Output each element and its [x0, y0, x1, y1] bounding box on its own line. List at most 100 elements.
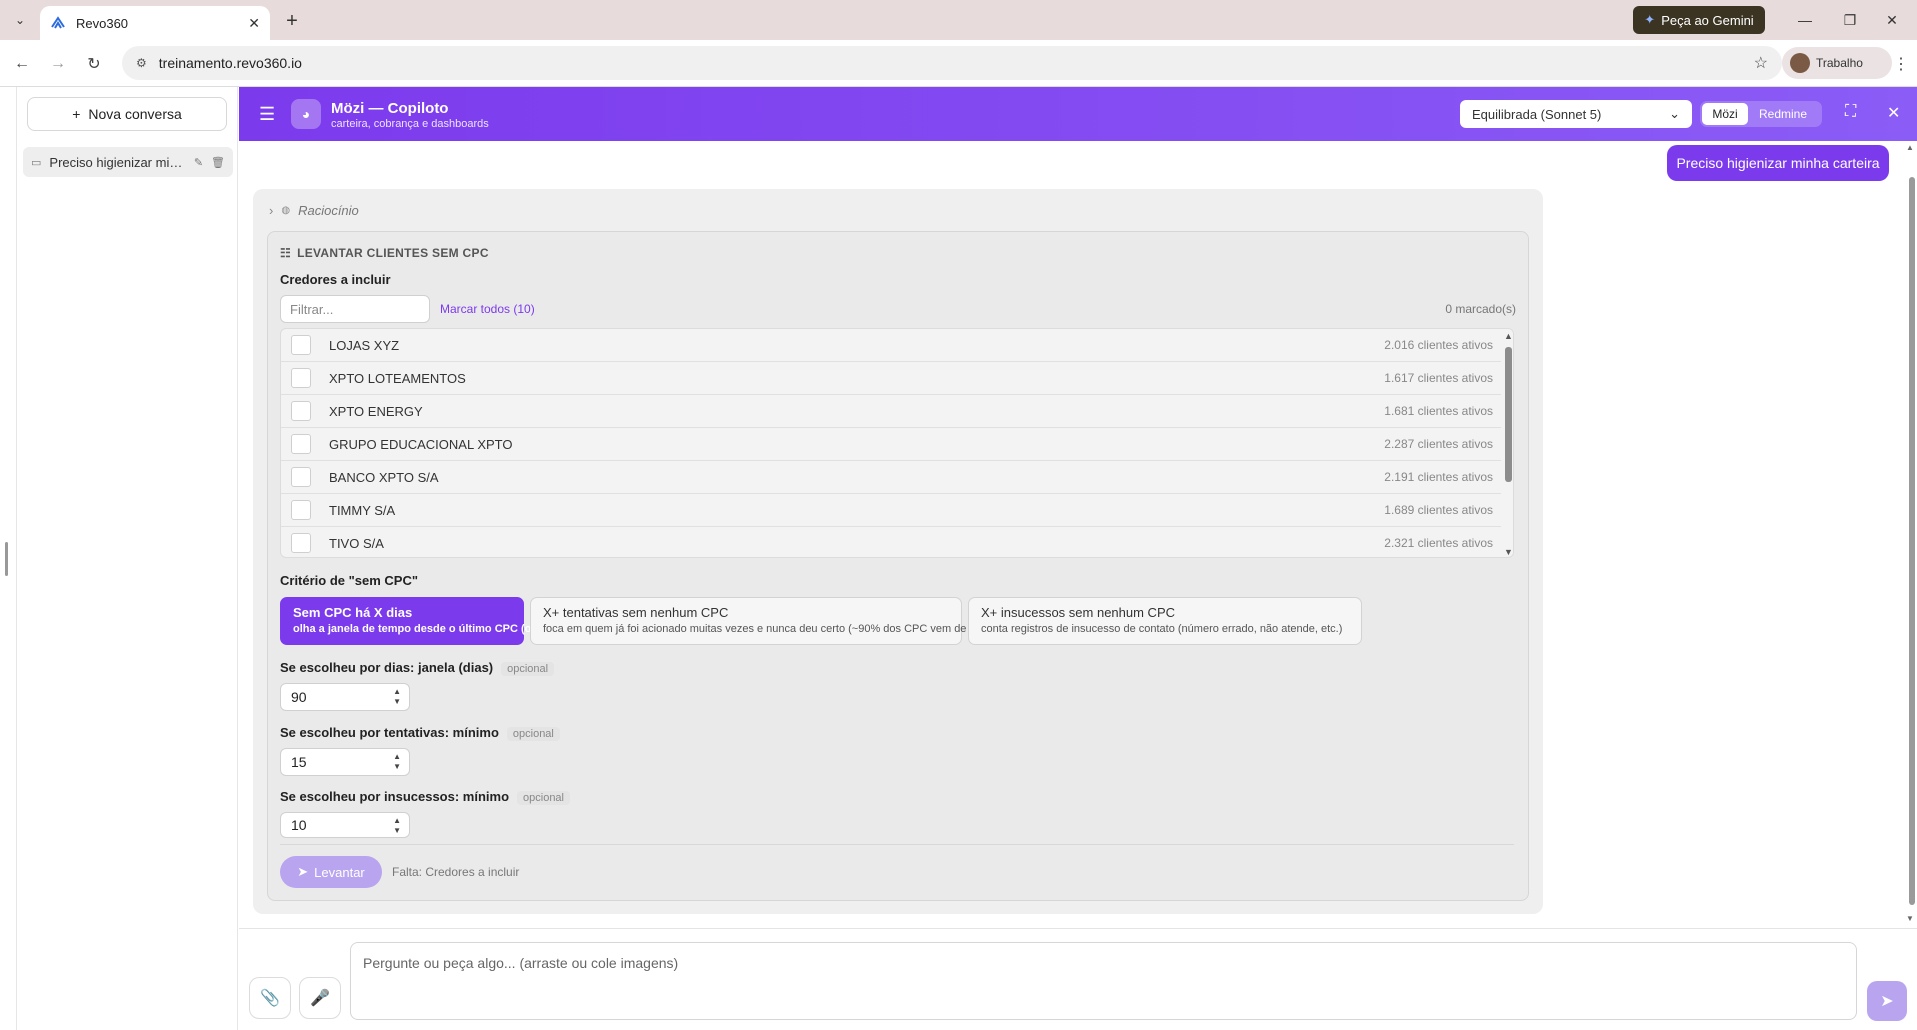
- creditor-checkbox[interactable]: [291, 368, 311, 388]
- filter-input[interactable]: Filtrar...: [280, 295, 430, 323]
- attach-paperclip-icon[interactable]: 📎: [249, 977, 291, 1019]
- new-tab-plus-icon[interactable]: +: [280, 9, 304, 33]
- reload-icon[interactable]: ↻: [82, 52, 106, 76]
- failures-input[interactable]: 10 ▲ ▼: [280, 812, 410, 838]
- checklist-icon: ☷: [280, 246, 292, 260]
- gemini-sparkle-icon: ✦: [1644, 12, 1656, 27]
- days-label-text: Se escolheu por dias: janela (dias): [280, 660, 494, 675]
- creditor-checkbox[interactable]: [291, 500, 311, 520]
- fullscreen-icon[interactable]: ⛶: [1845, 103, 1856, 121]
- list-item[interactable]: GRUPO EDUCACIONAL XPTO 2.287 clientes at…: [281, 428, 1501, 461]
- creditor-checkbox[interactable]: [291, 335, 311, 355]
- criterion-option-attempts[interactable]: X+ tentativas sem nenhum CPC foca em que…: [530, 597, 1042, 645]
- close-icon[interactable]: ✕: [1887, 103, 1900, 123]
- form-title: ☷ LEVANTAR CLIENTES SEM CPC: [280, 246, 489, 260]
- toggle-option-redmine[interactable]: Redmine: [1748, 103, 1818, 125]
- list-scroll-up-icon[interactable]: ▲: [1504, 331, 1513, 341]
- close-window-icon[interactable]: ✕: [1880, 8, 1904, 32]
- creditor-count: 1.617 clientes ativos: [1384, 371, 1493, 385]
- conversation-item[interactable]: ▭ Preciso higienizar minha carteira ✎ 🗑: [23, 147, 233, 177]
- hamburger-menu-icon[interactable]: ☰: [259, 104, 275, 125]
- creditor-count: 1.681 clientes ativos: [1384, 404, 1493, 418]
- levantar-form: ☷ LEVANTAR CLIENTES SEM CPC Credores a i…: [267, 231, 1529, 901]
- list-item[interactable]: BANCO XPTO S/A 2.191 clientes ativos: [281, 461, 1501, 494]
- creditor-checkbox[interactable]: [291, 434, 311, 454]
- optional-badge: opcional: [501, 662, 555, 676]
- url-field[interactable]: ⚙ treinamento.revo360.io ☆: [122, 46, 1782, 80]
- send-arrow-icon: ➤: [297, 864, 309, 879]
- bookmark-star-icon[interactable]: ☆: [1754, 53, 1768, 73]
- criterion-label: Critério de "sem CPC": [280, 573, 419, 588]
- list-item[interactable]: XPTO LOTEAMENTOS 1.617 clientes ativos: [281, 362, 1501, 395]
- restore-icon[interactable]: ❐: [1838, 8, 1862, 32]
- criterion-title: X+ tentativas sem nenhum CPC: [543, 605, 729, 620]
- creditor-name: BANCO XPTO S/A: [329, 469, 439, 485]
- creditor-checkbox[interactable]: [291, 401, 311, 421]
- levantar-button-label: Levantar: [314, 864, 365, 880]
- browser-menu-icon[interactable]: ⋮: [1893, 52, 1909, 76]
- model-select[interactable]: Equilibrada (Sonnet 5) ⌄: [1460, 100, 1692, 128]
- creditor-checkbox[interactable]: [291, 467, 311, 487]
- creditor-count: 2.321 clientes ativos: [1384, 536, 1493, 550]
- creditor-checkbox[interactable]: [291, 533, 311, 553]
- list-item[interactable]: TIMMY S/A 1.689 clientes ativos: [281, 494, 1501, 527]
- gemini-button[interactable]: ✦ Peça ao Gemini: [1633, 6, 1765, 34]
- creditor-count: 2.191 clientes ativos: [1384, 470, 1493, 484]
- model-select-value: Equilibrada (Sonnet 5): [1472, 106, 1602, 122]
- mark-all-link[interactable]: Marcar todos (10): [440, 302, 535, 316]
- forward-arrow-icon[interactable]: →: [46, 52, 70, 76]
- trash-icon[interactable]: 🗑: [211, 156, 225, 169]
- creditor-name: XPTO LOTEAMENTOS: [329, 370, 466, 386]
- message-input[interactable]: Pergunte ou peça algo... (arraste ou col…: [350, 942, 1857, 1020]
- attempts-label: Se escolheu por tentativas: mínimo opcion…: [280, 725, 560, 741]
- levantar-button[interactable]: ➤ Levantar: [280, 856, 382, 888]
- toggle-option-mozi[interactable]: Mözi: [1702, 103, 1748, 125]
- tab-list-chevron-icon[interactable]: ⌄: [8, 8, 32, 32]
- back-arrow-icon[interactable]: ←: [10, 52, 34, 76]
- browser-tab[interactable]: Revo360 ✕: [40, 6, 270, 40]
- optional-badge: opcional: [506, 727, 560, 741]
- criterion-option-days[interactable]: Sem CPC há X dias olha a janela de tempo…: [280, 597, 577, 645]
- header-subtitle: carteira, cobrança e dashboards: [331, 118, 489, 130]
- list-item[interactable]: XPTO ENERGY 1.681 clientes ativos: [281, 395, 1501, 428]
- form-title-text: LEVANTAR CLIENTES SEM CPC: [297, 246, 489, 260]
- list-item[interactable]: LOJAS XYZ 2.016 clientes ativos: [281, 329, 1501, 362]
- close-tab-icon[interactable]: ✕: [248, 15, 260, 32]
- copilot-logo-icon: ◕: [291, 99, 321, 129]
- new-conversation-button[interactable]: + Nova conversa: [27, 97, 227, 131]
- reasoning-toggle[interactable]: › ◍ Raciocínio: [269, 203, 359, 218]
- chevron-right-icon: ›: [269, 203, 274, 218]
- attempts-input[interactable]: 15 ▲ ▼: [280, 748, 410, 776]
- missing-fields-note: Falta: Credores a incluir: [392, 865, 520, 879]
- stepper-icon[interactable]: ▲ ▼: [393, 687, 401, 707]
- criterion-option-failures[interactable]: X+ insucessos sem nenhum CPC conta regis…: [968, 597, 1362, 645]
- stepper-icon[interactable]: ▲ ▼: [393, 752, 401, 772]
- site-settings-icon[interactable]: ⚙: [136, 56, 147, 70]
- assistant-toggle: Mözi Redmine: [1700, 101, 1822, 127]
- days-label: Se escolheu por dias: janela (dias) opcio…: [280, 660, 555, 676]
- scroll-up-arrow-icon[interactable]: ▲: [1906, 143, 1914, 152]
- days-input[interactable]: 90 ▲ ▼: [280, 683, 410, 711]
- edit-pencil-icon[interactable]: ✎: [194, 156, 203, 169]
- minimize-icon[interactable]: —: [1793, 8, 1817, 32]
- stepper-icon[interactable]: ▲ ▼: [393, 816, 401, 836]
- chat-scrollbar-thumb[interactable]: [1909, 177, 1915, 905]
- profile-button[interactable]: Trabalho: [1782, 47, 1892, 79]
- optional-badge: opcional: [517, 791, 570, 805]
- send-icon[interactable]: ➤: [1867, 981, 1907, 1021]
- user-message-bubble: Preciso higienizar minha carteira: [1667, 145, 1889, 181]
- failures-value: 10: [291, 817, 307, 833]
- list-scrollbar-thumb[interactable]: [1505, 347, 1512, 482]
- attempts-label-text: Se escolheu por tentativas: mínimo: [280, 725, 499, 740]
- scroll-down-arrow-icon[interactable]: ▼: [1906, 914, 1914, 923]
- url-text: treinamento.revo360.io: [158, 55, 302, 71]
- creditor-count: 2.016 clientes ativos: [1384, 338, 1493, 352]
- list-scroll-down-icon[interactable]: ▼: [1504, 547, 1513, 557]
- failures-label-text: Se escolheu por insucessos: mínimo: [280, 789, 510, 804]
- tab-title: Revo360: [76, 15, 129, 31]
- days-value: 90: [291, 689, 307, 705]
- sidebar-resize-handle[interactable]: [5, 542, 8, 576]
- list-item[interactable]: TIVO S/A 2.321 clientes ativos: [281, 527, 1501, 557]
- reasoning-label: Raciocínio: [298, 203, 359, 218]
- microphone-icon[interactable]: 🎤: [299, 977, 341, 1019]
